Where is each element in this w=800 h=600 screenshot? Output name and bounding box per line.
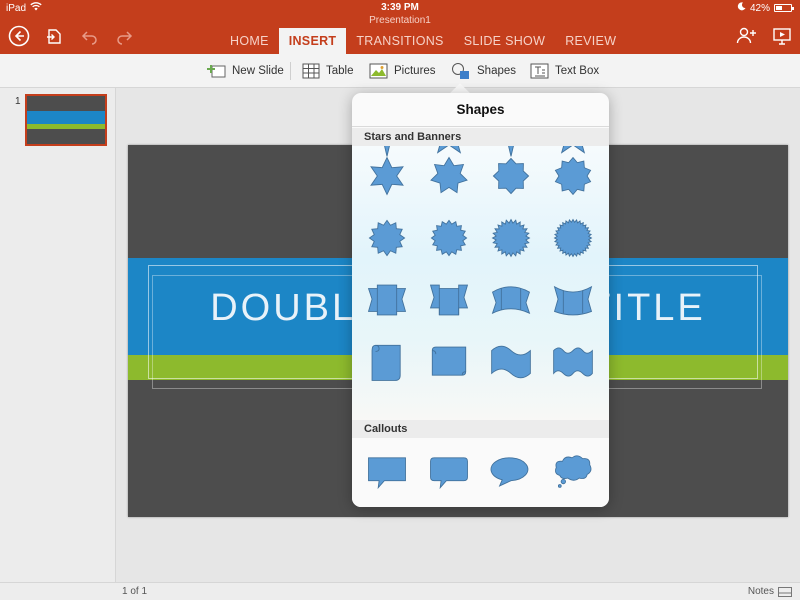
star-32-point-icon bbox=[553, 218, 593, 258]
text-box-label: Text Box bbox=[555, 65, 600, 77]
table-label: Table bbox=[326, 65, 354, 77]
star-6-point-icon bbox=[370, 156, 404, 196]
thumbnail-band-blue bbox=[27, 111, 105, 124]
ribbon-up-icon bbox=[367, 284, 407, 316]
horizontal-scroll-icon bbox=[431, 346, 467, 376]
shape-star-16-point[interactable] bbox=[424, 213, 474, 263]
notes-icon bbox=[778, 586, 792, 597]
vertical-scroll-icon bbox=[371, 344, 401, 381]
curved-ribbon-down-icon bbox=[553, 285, 593, 316]
battery-percent: 42% bbox=[749, 2, 770, 14]
shape-vertical-scroll[interactable] bbox=[362, 337, 412, 387]
new-slide-icon bbox=[207, 65, 226, 78]
star-10-point-icon bbox=[554, 156, 592, 196]
wave-icon bbox=[491, 345, 531, 379]
save-file-button[interactable] bbox=[42, 24, 66, 48]
pictures-icon bbox=[369, 63, 388, 79]
battery-level bbox=[776, 6, 782, 10]
tab-home[interactable]: HOME bbox=[220, 28, 279, 54]
section-stars-and-banners: Stars and Banners bbox=[352, 128, 609, 146]
thumbnail-number: 1 bbox=[15, 96, 21, 107]
shape-star-10-point[interactable] bbox=[548, 151, 598, 201]
star-16-point-icon bbox=[430, 219, 468, 257]
new-slide-button[interactable]: New Slide bbox=[206, 62, 284, 80]
status-right: 42% bbox=[737, 2, 794, 14]
curved-ribbon-up-icon bbox=[491, 286, 531, 315]
rectangular-callout-icon bbox=[368, 457, 406, 490]
shape-cloud-callout[interactable] bbox=[548, 446, 598, 496]
oval-callout-icon bbox=[490, 457, 529, 487]
app-header: iPad 3:39 PM Presentation1 42% HOME INSE… bbox=[0, 0, 800, 54]
undo-button[interactable] bbox=[78, 24, 102, 48]
tab-slide-show[interactable]: SLIDE SHOW bbox=[454, 28, 556, 54]
shape-star-8-point[interactable] bbox=[486, 151, 536, 201]
rounded-rectangular-callout-icon bbox=[430, 457, 468, 490]
new-slide-label: New Slide bbox=[232, 65, 284, 77]
page-indicator: 1 of 1 bbox=[122, 586, 148, 597]
ribbon-tabs: HOME INSERT TRANSITIONS SLIDE SHOW REVIE… bbox=[220, 28, 626, 54]
shape-wave[interactable] bbox=[486, 337, 536, 387]
cloud-callout-icon bbox=[555, 455, 592, 488]
text-box-icon bbox=[530, 63, 549, 79]
shape-ribbon-up[interactable] bbox=[362, 275, 412, 325]
insert-ribbon: New Slide Table Pictures Shapes Text Box bbox=[0, 54, 800, 88]
pictures-button[interactable]: Pictures bbox=[369, 62, 436, 80]
text-box-button[interactable]: Text Box bbox=[530, 62, 599, 80]
popover-title: Shapes bbox=[352, 93, 609, 127]
shape-double-wave[interactable] bbox=[548, 337, 598, 387]
shape-oval-callout[interactable] bbox=[486, 446, 536, 496]
slide-thumbnail-pane: 1 bbox=[0, 88, 116, 582]
shape-rectangular-callout[interactable] bbox=[362, 446, 412, 496]
status-bar: 1 of 1 Notes bbox=[0, 582, 800, 600]
double-wave-icon bbox=[553, 347, 593, 377]
present-button[interactable] bbox=[770, 24, 794, 48]
shape-horizontal-scroll[interactable] bbox=[424, 337, 474, 387]
shape-star-12-point[interactable] bbox=[362, 213, 412, 263]
shape-ribbon-down[interactable] bbox=[424, 275, 474, 325]
slide-thumbnail-1[interactable] bbox=[25, 94, 107, 146]
shape-star-24-point[interactable] bbox=[486, 213, 536, 263]
table-icon bbox=[302, 63, 320, 79]
shape-star-32-point[interactable] bbox=[548, 213, 598, 263]
tab-insert[interactable]: INSERT bbox=[278, 28, 347, 54]
status-time: 3:39 PM bbox=[381, 2, 419, 13]
pictures-label: Pictures bbox=[394, 65, 436, 77]
redo-button[interactable] bbox=[112, 24, 136, 48]
thumbnail-band-green bbox=[27, 124, 105, 129]
star-7-point-icon bbox=[430, 156, 468, 194]
ribbon-down-icon bbox=[429, 284, 469, 316]
tab-transitions[interactable]: TRANSITIONS bbox=[346, 28, 453, 54]
shapes-button[interactable]: Shapes bbox=[451, 62, 516, 80]
table-button[interactable]: Table bbox=[302, 62, 354, 80]
shapes-label: Shapes bbox=[477, 65, 517, 77]
ribbon-divider bbox=[290, 62, 291, 80]
stars-and-banners-grid bbox=[352, 146, 609, 421]
notes-label: Notes bbox=[747, 586, 774, 597]
back-button[interactable] bbox=[7, 24, 31, 48]
moon-icon bbox=[737, 2, 746, 14]
shapes-popover: Shapes Stars and Banners Callouts bbox=[352, 93, 609, 507]
share-add-person-button[interactable] bbox=[735, 24, 759, 48]
star-8-point-icon bbox=[492, 157, 530, 195]
shape-rounded-rectangular-callout[interactable] bbox=[424, 446, 474, 496]
shape-curved-ribbon-down[interactable] bbox=[548, 275, 598, 325]
star-24-point-icon bbox=[491, 218, 531, 258]
section-callouts: Callouts bbox=[352, 420, 609, 438]
shape-star-6-point[interactable] bbox=[362, 151, 412, 201]
star-12-point-icon bbox=[368, 219, 406, 257]
shape-curved-ribbon-up[interactable] bbox=[486, 275, 536, 325]
notes-button[interactable]: Notes bbox=[748, 586, 792, 597]
tab-review[interactable]: REVIEW bbox=[555, 28, 626, 54]
shapes-icon bbox=[452, 63, 469, 79]
battery-icon bbox=[774, 4, 794, 12]
shape-star-7-point[interactable] bbox=[424, 151, 474, 201]
callouts-grid bbox=[352, 438, 609, 507]
